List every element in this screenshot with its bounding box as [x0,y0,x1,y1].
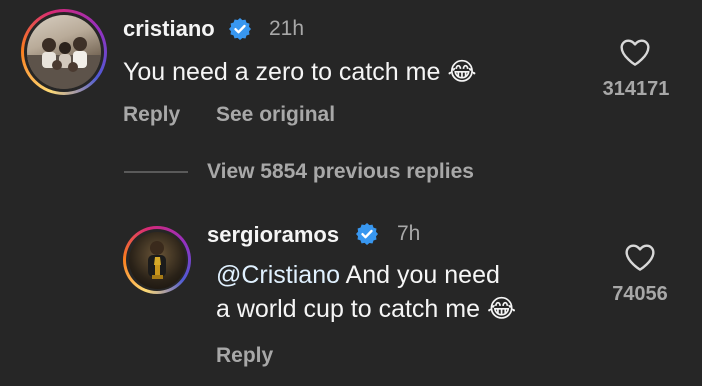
comment-body: You need a zero to catch me [123,58,441,86]
comment-text: You need a zero to catch me 😂 [123,55,477,89]
view-previous-replies-button[interactable]: View 5854 previous replies [207,160,474,184]
comment-username[interactable]: cristiano [123,16,215,42]
avatar[interactable] [21,9,107,95]
laughing-emoji: 😂 [447,58,477,86]
reply-button[interactable]: Reply [216,344,273,368]
see-original-button[interactable]: See original [216,103,335,127]
trophy-photo-icon [147,240,166,279]
like-count: 74056 [612,283,668,305]
verified-badge-icon [229,18,251,40]
like-heart-icon[interactable] [619,37,651,67]
avatar-photo [27,15,101,89]
replies-divider-line [124,171,188,173]
like-count: 314171 [602,78,670,100]
laughing-emoji: 😂 [486,295,517,323]
like-heart-icon[interactable] [624,242,656,272]
reply-body-line-2: a world cup to catch me [216,295,481,323]
reply-timestamp: 7h [397,222,421,245]
verified-badge-icon [356,223,378,245]
comment-timestamp: 21h [269,17,305,40]
reply-body-line-1: And you need [340,261,500,289]
mention-link[interactable]: @Cristiano [216,261,340,289]
reply-button[interactable]: Reply [123,103,180,127]
group-photo-icon [27,37,101,89]
reply-text-line-2: a world cup to catch me 😂 [216,292,586,326]
reply-text-line-1: @Cristiano And you need [216,258,586,292]
reply-avatar-photo [128,231,186,289]
reply-username[interactable]: sergioramos [207,222,339,248]
reply-avatar[interactable] [123,226,191,294]
reply-text: @Cristiano And you need a world cup to c… [216,258,586,326]
